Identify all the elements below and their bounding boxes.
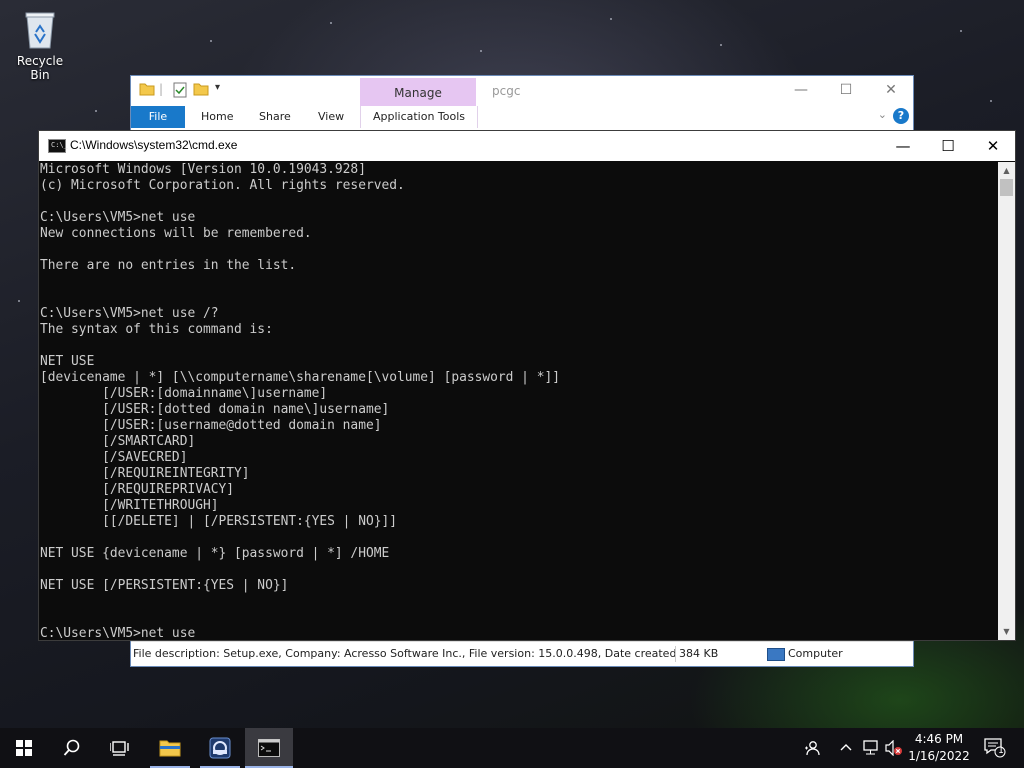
command-prompt-window[interactable]: C:\_ C:\Windows\system32\cmd.exe — ☐ ✕ M…: [38, 130, 1016, 641]
chevron-up-icon: [840, 744, 852, 751]
tab-view[interactable]: View: [318, 110, 344, 123]
new-folder-icon[interactable]: [193, 82, 209, 100]
cmd-minimize-button[interactable]: —: [880, 131, 926, 161]
star: [720, 44, 722, 46]
customize-toolbar-chevron-icon[interactable]: ▾: [215, 82, 220, 100]
minimize-button[interactable]: —: [790, 82, 812, 100]
scrollbar-thumb[interactable]: [1000, 179, 1013, 196]
star: [95, 110, 97, 112]
search-button[interactable]: [48, 728, 96, 768]
explorer-statusbar: File description: Setup.exe, Company: Ac…: [131, 641, 913, 666]
close-button[interactable]: ✕: [880, 82, 902, 100]
windows-logo-icon: [16, 740, 32, 756]
star: [960, 30, 962, 32]
star: [330, 22, 332, 24]
help-button[interactable]: ?: [893, 108, 909, 124]
command-prompt-icon: [258, 739, 280, 757]
explorer-title: pcgc: [492, 84, 521, 98]
tab-share[interactable]: Share: [259, 110, 291, 123]
taskbar-clock[interactable]: 4:46 PM 1/16/2022: [904, 731, 974, 765]
recycle-bin-label: Recycle Bin: [16, 54, 64, 82]
recycle-bin-icon: [22, 10, 58, 50]
star: [990, 100, 992, 102]
search-icon: [63, 739, 80, 756]
cmd-maximize-button[interactable]: ☐: [925, 131, 971, 161]
status-file-size: 384 KB: [679, 647, 719, 660]
file-explorer-icon: [159, 740, 181, 757]
taskbar-file-explorer[interactable]: [146, 728, 194, 768]
show-hidden-icons-button[interactable]: [838, 728, 854, 768]
star: [18, 300, 20, 302]
cmd-close-button[interactable]: ✕: [970, 131, 1016, 161]
computer-icon: [767, 648, 785, 661]
taskbar: 4:46 PM 1/16/2022 1: [0, 728, 1024, 768]
console-text: Microsoft Windows [Version 10.0.19043.92…: [40, 162, 560, 640]
toolbar-separator: |: [159, 82, 164, 96]
cmd-window-title: C:\Windows\system32\cmd.exe: [70, 138, 238, 152]
tab-manage[interactable]: Manage: [360, 78, 476, 108]
task-view-button[interactable]: [96, 728, 144, 768]
people-button[interactable]: [800, 728, 824, 768]
clock-date: 1/16/2022: [908, 749, 970, 763]
clock-time: 4:46 PM: [914, 732, 964, 746]
network-button[interactable]: [860, 728, 880, 768]
properties-icon[interactable]: [173, 82, 187, 100]
scroll-up-arrow-icon[interactable]: ▲: [998, 162, 1015, 179]
task-view-icon: [110, 741, 129, 756]
volume-button[interactable]: [884, 728, 904, 768]
star: [610, 18, 612, 20]
expand-ribbon-chevron-icon[interactable]: ⌄: [878, 108, 887, 121]
action-center-button[interactable]: 1: [982, 728, 1006, 768]
star: [210, 40, 212, 42]
network-icon: [863, 740, 878, 755]
cmd-icon-text: C:\_: [51, 141, 68, 149]
status-file-description: File description: Setup.exe, Company: Ac…: [133, 647, 675, 660]
tab-application-tools[interactable]: Application Tools: [360, 106, 478, 128]
recycle-bin-shortcut[interactable]: Recycle Bin: [6, 8, 74, 82]
maximize-button[interactable]: ☐: [835, 82, 857, 100]
cmd-app-icon: C:\_: [48, 139, 68, 153]
setup-app-icon: [209, 737, 231, 759]
volume-muted-icon: [885, 740, 902, 756]
explorer-titlebar[interactable]: | ▾ Manage pcgc — ☐ ✕: [131, 76, 913, 108]
notification-count: 1: [998, 746, 1004, 756]
taskbar-command-prompt[interactable]: [245, 728, 293, 768]
console-output[interactable]: Microsoft Windows [Version 10.0.19043.92…: [39, 162, 999, 640]
people-icon: [805, 741, 820, 756]
console-scrollbar[interactable]: ▲ ▼: [998, 162, 1015, 640]
star: [480, 50, 482, 52]
scroll-down-arrow-icon[interactable]: ▼: [998, 623, 1015, 640]
taskbar-setup-app[interactable]: [196, 728, 244, 768]
start-button[interactable]: [0, 728, 48, 768]
folder-icon: [139, 82, 155, 100]
cmd-titlebar[interactable]: C:\_ C:\Windows\system32\cmd.exe — ☐ ✕: [39, 131, 1015, 161]
ribbon-tabs: Home Share View: [131, 106, 913, 128]
tab-home[interactable]: Home: [201, 110, 233, 123]
status-divider: [675, 646, 676, 662]
status-location: Computer: [788, 647, 843, 660]
